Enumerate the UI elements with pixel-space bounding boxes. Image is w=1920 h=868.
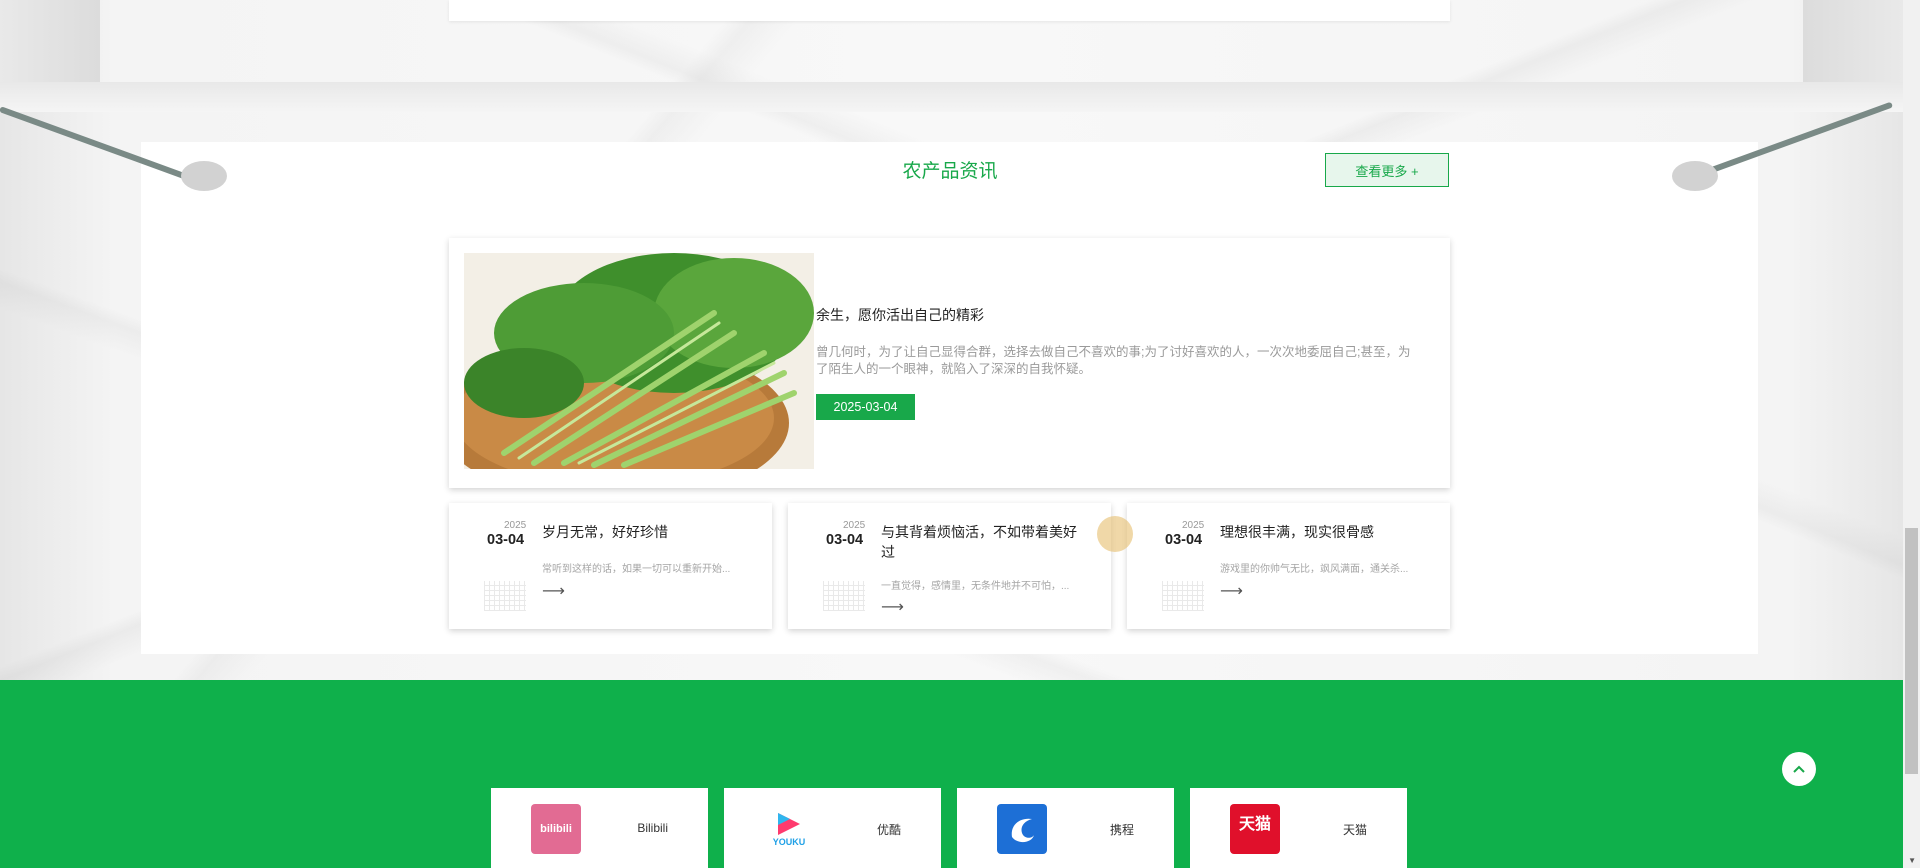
featured-date-badge: 2025-03-04 <box>816 394 915 420</box>
news-card[interactable]: 2025 03-04 岁月无常，好好珍惜 常听到这样的话，如果一切可以重新开始.… <box>449 503 772 629</box>
link-name: 天猫 <box>1342 823 1367 837</box>
link-card-tmall[interactable]: 天猫 天猫 <box>1190 788 1407 868</box>
dolphin-icon <box>997 804 1047 854</box>
card-description: 游戏里的你帅气无比，飒风满面，通关杀... <box>1220 564 1409 575</box>
youku-logo-text: YOUKU <box>772 837 806 847</box>
link-name: 携程 <box>1109 823 1134 837</box>
youku-icon: YOUKU <box>764 804 814 854</box>
card-title[interactable]: 理想很丰满，现实很骨感 <box>1220 522 1420 542</box>
card-year: 2025 <box>1182 520 1205 531</box>
view-more-button[interactable]: 查看更多 + <box>1325 153 1449 187</box>
link-name: 优酷 <box>876 823 901 837</box>
featured-title[interactable]: 余生，愿你活出自己的精彩 <box>816 305 984 325</box>
bilibili-icon: bilibili <box>531 804 581 854</box>
footer <box>0 680 1903 868</box>
link-name: Bilibili <box>637 821 668 835</box>
arrow-right-icon[interactable]: ⟶ <box>881 597 904 617</box>
card-day: 03-04 <box>487 532 525 548</box>
card-title[interactable]: 岁月无常，好好珍惜 <box>542 522 742 542</box>
card-day: 03-04 <box>1165 532 1203 548</box>
card-description: 常听到这样的话，如果一切可以重新开始... <box>542 564 731 575</box>
featured-article[interactable]: 余生，愿你活出自己的精彩 曾几何时，为了让自己显得合群，选择去做自己不喜欢的事;… <box>449 238 1450 488</box>
featured-description: 曾几何时，为了让自己显得合群，选择去做自己不喜欢的事;为了讨好喜欢的人，一次次地… <box>816 345 1411 376</box>
cursor-highlight <box>1097 516 1133 552</box>
link-card-ctrip[interactable]: 携程 <box>957 788 1174 868</box>
previous-section-bottom <box>449 0 1450 21</box>
card-year: 2025 <box>843 520 866 531</box>
spinach-image[interactable] <box>464 253 814 469</box>
news-card[interactable]: 2025 03-04 理想很丰满，现实很骨感 游戏里的你帅气无比，飒风满面，通关… <box>1127 503 1450 629</box>
decor-knob-left <box>181 161 227 191</box>
link-card-bilibili[interactable]: bilibili Bilibili <box>491 788 708 868</box>
link-card-youku[interactable]: YOUKU 优酷 <box>724 788 941 868</box>
card-year: 2025 <box>504 520 527 531</box>
decor-knob-right <box>1672 161 1718 191</box>
card-description: 一直觉得，感情里，无条件地并不可怕，... <box>881 581 1070 592</box>
arrow-right-icon[interactable]: ⟶ <box>542 581 565 601</box>
card-day: 03-04 <box>826 532 864 548</box>
qr-code-icon <box>1162 581 1204 611</box>
section-title: 农产品资讯 <box>902 161 998 182</box>
vertical-scrollbar[interactable]: ▼ <box>1903 0 1920 868</box>
card-title[interactable]: 与其背着烦恼活，不如带着美好过 <box>881 522 1081 562</box>
shelf <box>0 82 1903 112</box>
back-to-top-button[interactable] <box>1782 752 1816 786</box>
news-card[interactable]: 2025 03-04 与其背着烦恼活，不如带着美好过 一直觉得，感情里，无条件地… <box>788 503 1111 629</box>
scroll-down-arrow-icon[interactable]: ▼ <box>1908 856 1916 865</box>
tmall-icon: 天猫 <box>1230 804 1280 854</box>
scrollbar-thumb[interactable] <box>1905 528 1918 774</box>
qr-code-icon <box>484 581 526 611</box>
chevron-up-icon <box>1793 762 1805 776</box>
arrow-right-icon[interactable]: ⟶ <box>1220 581 1243 601</box>
qr-code-icon <box>823 581 865 611</box>
